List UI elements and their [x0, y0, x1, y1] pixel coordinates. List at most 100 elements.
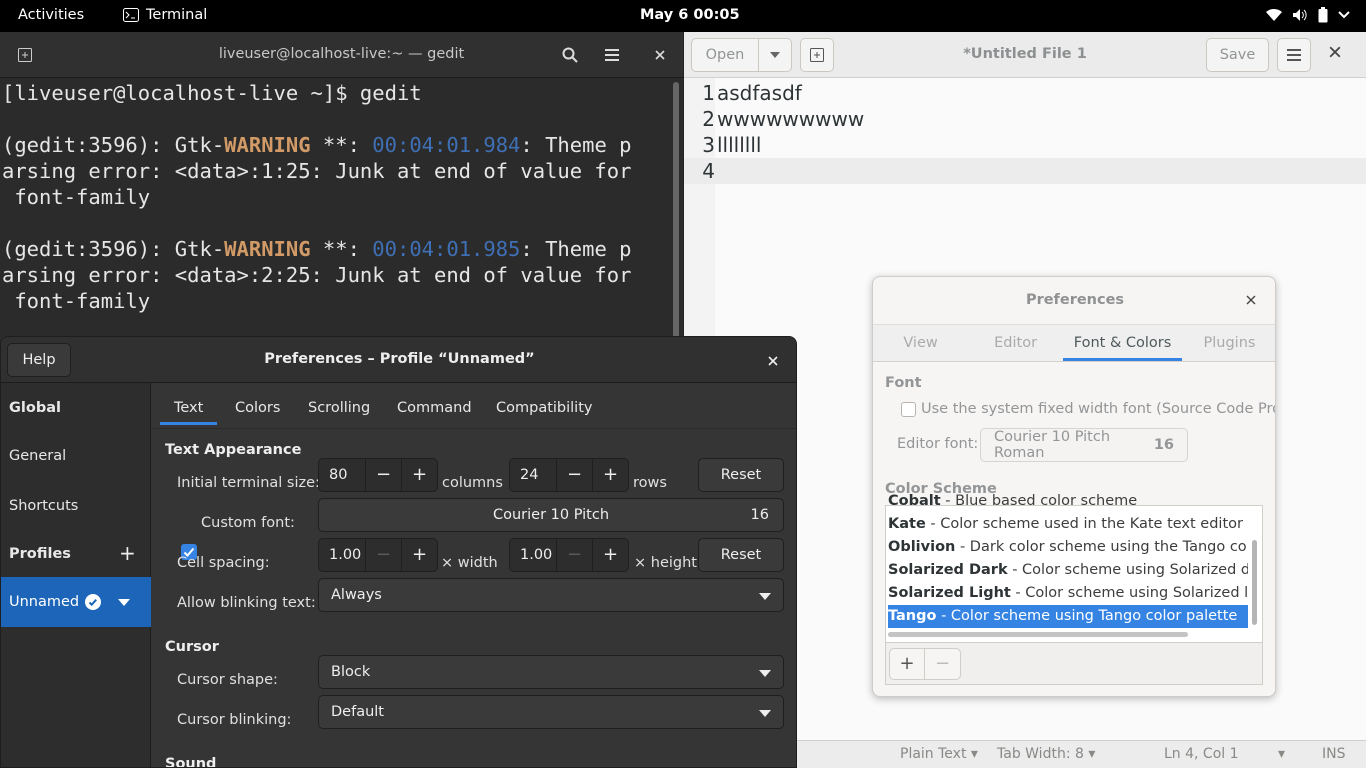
cursor-shape-dropdown[interactable]: Block [318, 655, 784, 689]
line-number: 2 [702, 107, 715, 131]
output-text: font-family [2, 289, 151, 313]
cursor-blink-dropdown[interactable]: Default [318, 695, 784, 729]
tab-view[interactable]: View [873, 325, 968, 361]
system-menu[interactable] [1266, 7, 1350, 23]
close-button[interactable] [768, 354, 778, 370]
editor-font-button[interactable]: Courier 10 Pitch Roman 16 [980, 428, 1188, 462]
sidebar-item-unnamed[interactable]: Unnamed [1, 577, 151, 627]
tab-width-selector[interactable]: Tab Width: 8 ▾ [997, 746, 1095, 762]
reset-size-button[interactable]: Reset [698, 458, 784, 492]
tab-font-colors[interactable]: Font & Colors [1063, 325, 1182, 361]
output-text: : Theme p [520, 237, 632, 261]
tab-width-label: Tab Width: 8 [997, 746, 1084, 762]
list-item[interactable]: Solarized Dark - Color scheme using Sola… [888, 559, 1248, 582]
profile-preferences-dialog: Help Preferences – Profile “Unnamed” Glo… [0, 336, 797, 768]
tab-compatibility[interactable]: Compatibility [496, 391, 592, 425]
list-item[interactable]: Oblivion - Dark color scheme using the T… [888, 536, 1248, 559]
timestamp: 00:04:01.984 [372, 133, 521, 157]
width-spinner[interactable]: 1.00 − + [318, 538, 438, 572]
increment-button[interactable]: + [592, 459, 628, 491]
rows-label: rows [633, 475, 667, 491]
menu-button[interactable] [595, 38, 629, 72]
tab-text[interactable]: Text [160, 391, 218, 425]
decrement-button[interactable]: − [556, 459, 592, 491]
scrollbar-thumb[interactable] [673, 82, 679, 372]
save-button[interactable]: Save [1206, 38, 1269, 72]
vertical-scrollbar[interactable] [1252, 540, 1257, 625]
close-button[interactable] [1329, 46, 1341, 62]
close-button[interactable] [1246, 293, 1256, 309]
default-check-icon [85, 594, 101, 610]
terminal-output[interactable]: [liveuser@localhost-live ~]$ gedit (gedit… [2, 80, 668, 314]
increment-button[interactable]: + [401, 459, 437, 491]
horizontal-scrollbar[interactable] [888, 632, 1188, 637]
gedit-preferences-dialog: Preferences View Editor Font & Colors Pl… [872, 276, 1276, 697]
menu-button[interactable] [1277, 38, 1311, 72]
blink-text-dropdown[interactable]: Always [318, 578, 784, 612]
preferences-tabs: View Editor Font & Colors Plugins [873, 324, 1275, 362]
sidebar-item-general[interactable]: General [1, 431, 151, 481]
selected-list-item[interactable]: Tango - Color scheme using Tango color p… [888, 605, 1248, 628]
columns-spinner[interactable]: 80 − + [318, 458, 438, 492]
language-selector[interactable]: Plain Text ▾ [900, 746, 978, 762]
color-scheme-list[interactable]: Cobalt - Blue based color scheme Kate - … [885, 493, 1263, 685]
line-text[interactable]: wwwwwwwww [717, 106, 864, 132]
tab-plugins[interactable]: Plugins [1182, 325, 1275, 361]
editor-line[interactable]: 1 asdfasdf [684, 80, 1366, 106]
tab-editor[interactable]: Editor [968, 325, 1063, 361]
columns-value[interactable]: 80 [319, 459, 365, 491]
list-item[interactable]: Cobalt - Blue based color scheme [888, 490, 1248, 513]
search-button[interactable] [553, 38, 587, 72]
output-text: font-family [2, 185, 151, 209]
custom-font-label: Custom font: [201, 515, 295, 531]
clock[interactable]: May 6 00:05 [640, 7, 740, 23]
custom-font-size: 16 [750, 507, 769, 523]
tab-command[interactable]: Command [397, 391, 472, 425]
custom-font-button[interactable]: Courier 10 Pitch 16 [318, 498, 784, 532]
decrement-button[interactable]: − [365, 539, 401, 571]
scheme-description: - Blue based color scheme [940, 493, 1138, 509]
output-text: : Theme p [520, 133, 632, 157]
remove-scheme-button[interactable]: − [925, 649, 960, 679]
reset-spacing-button[interactable]: Reset [698, 538, 784, 572]
line-text[interactable]: llllllll [717, 132, 761, 158]
warning-text: WARNING [224, 237, 311, 261]
current-line[interactable]: 4 [684, 158, 1366, 184]
terminal-line: (gedit:3596): Gtk-WARNING **: 00:04:01.9… [2, 132, 668, 158]
decrement-button[interactable]: − [556, 539, 592, 571]
editor-font-label: Editor font: [897, 436, 979, 452]
add-scheme-button[interactable]: + [890, 649, 926, 679]
add-profile-button[interactable]: + [119, 543, 136, 563]
activities-button[interactable]: Activities [18, 7, 84, 23]
rows-value[interactable]: 24 [510, 459, 556, 491]
increment-button[interactable]: + [401, 539, 437, 571]
editor-font-size: 16 [1153, 437, 1174, 453]
rows-spinner[interactable]: 24 − + [509, 458, 629, 492]
blink-text-label: Allow blinking text: [177, 595, 316, 611]
list-item[interactable]: Kate - Color scheme used in the Kate tex… [888, 513, 1248, 536]
list-item[interactable]: Solarized Light - Color scheme using Sol… [888, 582, 1248, 605]
cursor-blink-label: Cursor blinking: [177, 712, 292, 728]
scheme-description: - Color scheme using Tango color palette [936, 608, 1238, 624]
tab-colors[interactable]: Colors [235, 391, 280, 425]
chevron-down-icon[interactable]: ▾ [1278, 746, 1285, 762]
app-menu[interactable]: Terminal [123, 7, 207, 23]
system-font-checkbox[interactable] [901, 402, 916, 417]
tab-scrolling[interactable]: Scrolling [308, 391, 370, 425]
height-spinner[interactable]: 1.00 − + [509, 538, 629, 572]
editor-line[interactable]: 3 llllllll [684, 132, 1366, 158]
close-button[interactable] [643, 38, 677, 72]
sidebar-item-shortcuts[interactable]: Shortcuts [1, 481, 151, 531]
close-icon [1246, 295, 1256, 305]
increment-button[interactable]: + [592, 539, 628, 571]
decrement-button[interactable]: − [365, 459, 401, 491]
output-text: **: [310, 133, 373, 157]
gedit-headerbar: Open *Untitled File 1 Save [684, 32, 1366, 78]
line-text[interactable]: asdfasdf [717, 80, 802, 106]
width-value[interactable]: 1.00 [319, 539, 365, 571]
scheme-description: - Dark color scheme using the Tango colo… [959, 539, 1248, 555]
cursor-position[interactable]: Ln 4, Col 1 [1164, 746, 1239, 762]
height-value[interactable]: 1.00 [510, 539, 556, 571]
chevron-down-icon[interactable] [118, 599, 130, 606]
editor-line[interactable]: 2 wwwwwwwww [684, 106, 1366, 132]
